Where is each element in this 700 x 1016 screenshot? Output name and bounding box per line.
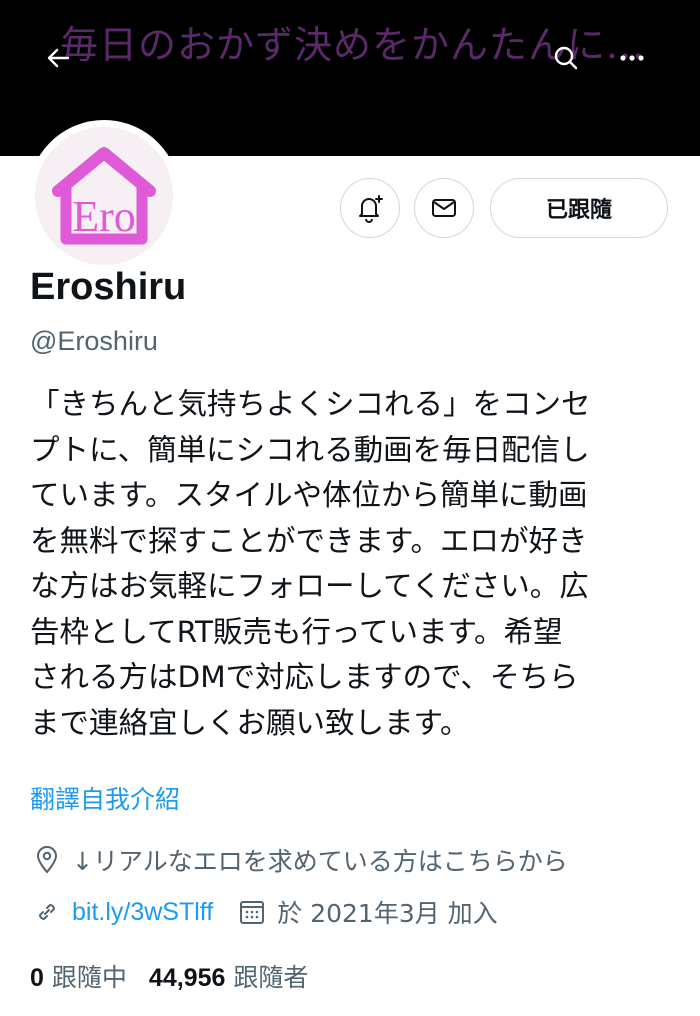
bio-line: を無料で探すことができます。エロが好き (30, 523, 588, 558)
display-name: Eroshiru (30, 266, 187, 308)
notify-button[interactable] (340, 178, 400, 238)
following-button[interactable]: 已跟隨 (490, 178, 668, 238)
search-icon (554, 46, 578, 70)
envelope-icon (432, 199, 456, 217)
profile-link[interactable]: bit.ly/3wSTlff (72, 898, 213, 927)
link-row: bit.ly/3wSTlff 於 2021年3月 加入 (30, 894, 498, 930)
avatar-logo-text: Ero (72, 192, 136, 241)
joined-date: 於 2021年3月 加入 (277, 899, 498, 928)
back-button[interactable] (40, 40, 76, 76)
link-icon (30, 895, 64, 929)
following-count[interactable]: 0 (30, 964, 44, 993)
bio-line: な方はお気軽にフォローしてください。広 (30, 569, 589, 603)
message-button[interactable] (414, 178, 474, 238)
location-row: ↓リアルなエロを求めている方はこちらから (30, 842, 568, 878)
avatar-image: Ero (35, 127, 173, 265)
search-button[interactable] (548, 40, 584, 76)
bell-plus-icon (359, 195, 383, 223)
calendar-icon (235, 895, 269, 929)
bio-line: プトに、簡単にシコれる動画を毎日配信し (30, 432, 590, 467)
followers-count[interactable]: 44,956 (149, 964, 225, 993)
avatar[interactable]: Ero (28, 120, 180, 272)
bio-line: 「きちんと気持ちよくシコれる」をコンセ (30, 387, 591, 421)
more-button[interactable] (614, 40, 650, 76)
bio: 「きちんと気持ちよくシコれる」をコンセ プトに、簡単にシコれる動画を毎日配信し … (30, 382, 670, 746)
arrow-left-icon (47, 48, 70, 68)
bio-line: ています。スタイルや体位から簡単に動画 (30, 478, 588, 512)
bio-line: 告枠としてRT販売も行っています。希望 (30, 614, 563, 649)
handle: @Eroshiru (30, 326, 158, 356)
house-logo-icon: Ero (52, 147, 156, 245)
more-icon (620, 55, 644, 61)
translate-bio-link[interactable]: 翻譯自我介紹 (30, 780, 180, 816)
bio-line: される方はDMで対応しますので、そちら (30, 660, 579, 694)
bio-line: まで連絡宜しくお願い致します。 (30, 705, 470, 740)
following-label[interactable]: 跟隨中 (52, 958, 127, 994)
location-text: ↓リアルなエロを求めている方はこちらから (72, 847, 568, 876)
location-pin-icon (30, 843, 64, 877)
follow-counts: 0 跟隨中 44,956 跟隨者 (30, 958, 330, 994)
followers-label[interactable]: 跟隨者 (233, 958, 308, 994)
